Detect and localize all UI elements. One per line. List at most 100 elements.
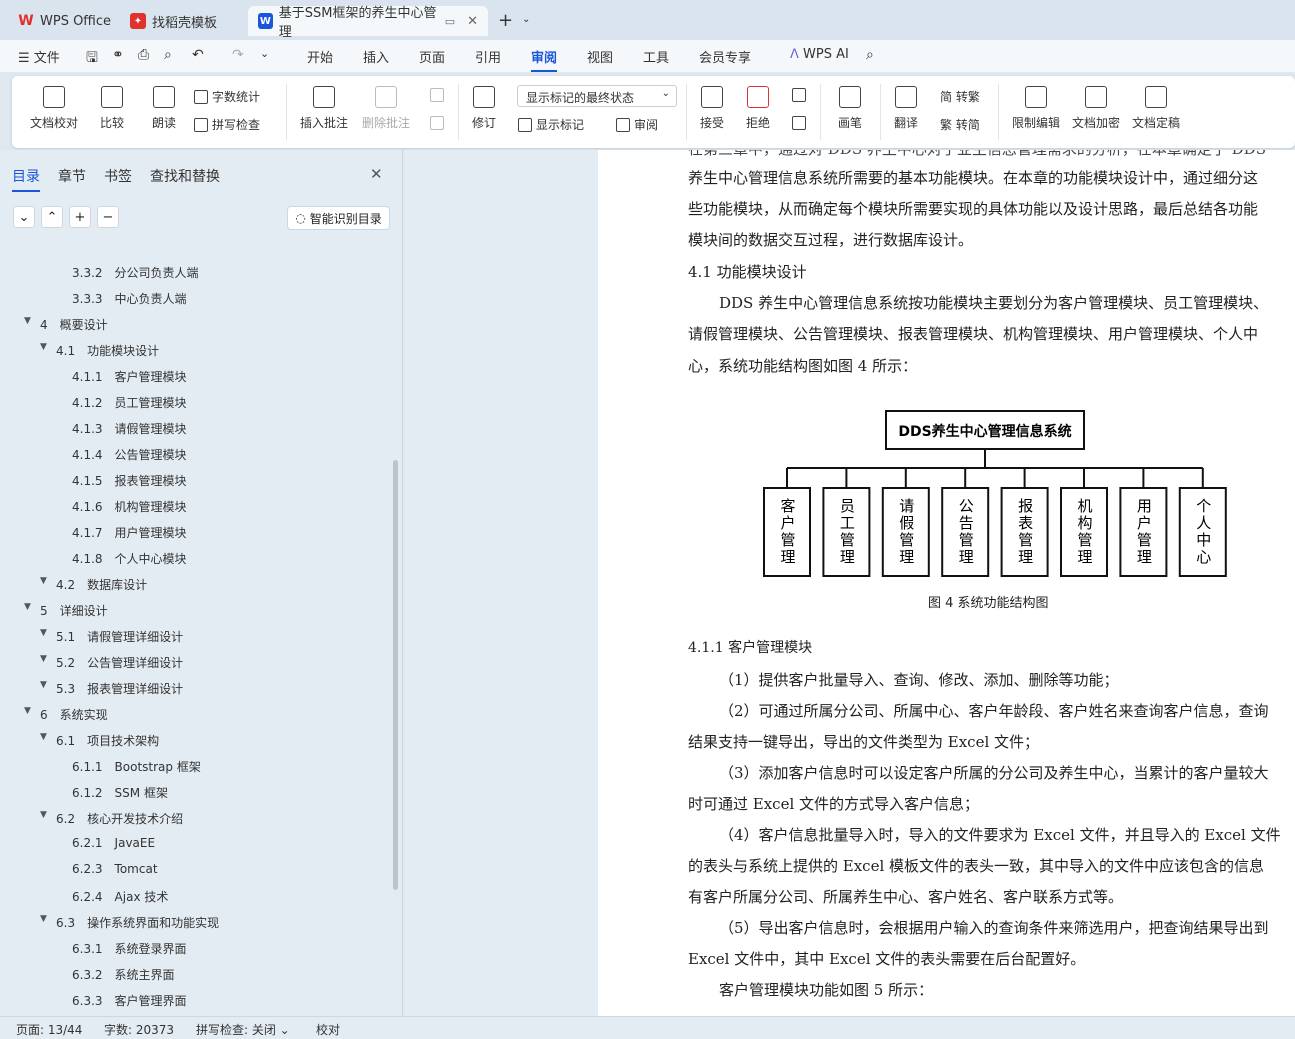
toc-item[interactable]: ▼ 6 系统实现 [24, 706, 108, 723]
insert-comment-button[interactable]: 插入批注 [300, 86, 348, 131]
toc-item[interactable]: ▼ 6.3 操作系统界面和功能实现 [40, 914, 219, 931]
proofread-status[interactable]: 校对 [316, 1021, 340, 1038]
toc-item[interactable]: 4.1.8 个人中心模块 [72, 550, 187, 567]
menu-member[interactable]: 会员专享 [699, 47, 751, 66]
wps-ai-menu[interactable]: ᐱ WPS AI [790, 47, 849, 62]
expand-arrow-icon[interactable]: ▼ [40, 810, 47, 820]
prev-comment-icon[interactable] [430, 88, 448, 102]
tab-wps-office[interactable]: W WPS Office [8, 6, 121, 36]
toc-item[interactable]: 6.1.1 Bootstrap 框架 [72, 758, 201, 775]
toc-item[interactable]: ▼ 5 详细设计 [24, 602, 108, 619]
toc-item[interactable]: 6.3.1 系统登录界面 [72, 940, 187, 957]
reject-button[interactable]: 拒绝 [746, 86, 770, 131]
toc-item[interactable]: ▼ 6.2 核心开发技术介绍 [40, 810, 183, 827]
menu-review[interactable]: 审阅 [531, 47, 558, 72]
save-icon[interactable]: 🖫 [86, 47, 98, 71]
monitor-icon[interactable]: ▭ [445, 15, 455, 28]
tab-sections[interactable]: 章节 [58, 166, 86, 186]
restrict-edit-button[interactable]: 限制编辑 [1012, 86, 1060, 131]
read-aloud-button[interactable]: 朗读 [152, 86, 176, 131]
collapse-up-icon[interactable]: ⌃ [41, 206, 63, 228]
encrypt-button[interactable]: 文档加密 [1072, 86, 1120, 131]
tab-find-replace[interactable]: 查找和替换 [150, 166, 220, 186]
smart-toc-button[interactable]: ◌ 智能识别目录 [287, 206, 390, 230]
accept-button[interactable]: 接受 [700, 86, 724, 131]
expand-plus-icon[interactable]: + [69, 206, 91, 228]
word-count[interactable]: 字数: 20373 [104, 1021, 174, 1038]
toc-item[interactable]: ▼ 4 概要设计 [24, 316, 108, 333]
to-simplified-button[interactable]: 繁 转简 [940, 116, 980, 133]
undo-icon[interactable]: ↶ [192, 47, 204, 63]
toc-item[interactable]: 6.2.4 Ajax 技术 [72, 888, 168, 905]
expand-arrow-icon[interactable]: ▼ [24, 316, 31, 326]
toc-item[interactable]: 4.1.4 公告管理模块 [72, 446, 187, 463]
toc-item[interactable]: 4.1.1 客户管理模块 [72, 368, 187, 385]
translate-button[interactable]: 翻译 [894, 86, 918, 131]
search-icon[interactable]: ⌕ [866, 47, 874, 63]
toc-item[interactable]: 6.3.2 系统主界面 [72, 966, 175, 983]
toc-item[interactable]: ▼ 5.2 公告管理详细设计 [40, 654, 183, 671]
collapse-minus-icon[interactable]: − [97, 206, 119, 228]
toc-item[interactable]: ▼ 6.1 项目技术架构 [40, 732, 159, 749]
expand-arrow-icon[interactable]: ▼ [40, 654, 47, 664]
spell-check-status[interactable]: 拼写检查: 关闭 ⌄ [196, 1021, 290, 1038]
compare-button[interactable]: 比较 [100, 86, 124, 131]
expand-arrow-icon[interactable]: ▼ [40, 342, 47, 352]
toc-scrollbar[interactable] [393, 460, 398, 890]
expand-arrow-icon[interactable]: ▼ [40, 680, 47, 690]
toc-item[interactable]: ▼ 5.3 报表管理详细设计 [40, 680, 183, 697]
expand-arrow-icon[interactable]: ▼ [40, 914, 47, 924]
pen-button[interactable]: 画笔 [838, 86, 862, 131]
next-comment-icon[interactable] [430, 116, 448, 130]
file-menu[interactable]: ☰ 文件 [18, 47, 60, 66]
print-icon[interactable]: ⎙ [138, 47, 149, 63]
toc-item[interactable]: 4.1.5 报表管理模块 [72, 472, 187, 489]
review-pane-button[interactable]: 审阅 [616, 116, 658, 133]
prev-change-icon[interactable] [792, 88, 810, 102]
tab-template[interactable]: ✦ 找稻壳模板 [120, 6, 227, 36]
tab-document[interactable]: W 基于SSM框架的养生中心管理 ▭ ✕ [248, 6, 488, 40]
expand-arrow-icon[interactable]: ▼ [40, 628, 47, 638]
track-changes-button[interactable]: 修订 [472, 86, 496, 131]
menu-tools[interactable]: 工具 [643, 47, 669, 66]
finalize-button[interactable]: 文档定稿 [1132, 86, 1180, 131]
tab-toc[interactable]: 目录 [12, 166, 40, 192]
menu-reference[interactable]: 引用 [475, 47, 501, 66]
chevron-down-icon[interactable]: ⌄ [522, 14, 530, 25]
close-pane-icon[interactable]: ✕ [370, 165, 383, 183]
link-icon[interactable]: ⚭ [112, 47, 124, 63]
toc-item[interactable]: ▼ 4.2 数据库设计 [40, 576, 147, 593]
toc-item[interactable]: 4.1.2 员工管理模块 [72, 394, 187, 411]
close-tab-icon[interactable]: ✕ [467, 14, 478, 29]
toc-item[interactable]: 6.2.3 Tomcat [72, 862, 158, 876]
expand-arrow-icon[interactable]: ▼ [40, 732, 47, 742]
to-traditional-button[interactable]: 简 转繁 [940, 88, 980, 105]
toc-item[interactable]: 3.3.2 分公司负责人端 [72, 264, 199, 281]
spell-check-button[interactable]: 拼写检查 [194, 116, 260, 133]
next-change-icon[interactable] [792, 116, 810, 130]
menu-insert[interactable]: 插入 [363, 47, 389, 66]
toc-item[interactable]: ▼ 5.1 请假管理详细设计 [40, 628, 183, 645]
show-markup-button[interactable]: 显示标记 [518, 116, 584, 133]
menu-view[interactable]: 视图 [587, 47, 613, 66]
menu-home[interactable]: 开始 [307, 47, 333, 66]
toc-item[interactable]: 6.1.2 SSM 框架 [72, 784, 168, 801]
toc-item[interactable]: 6.2.1 JavaEE [72, 836, 155, 850]
delete-comment-button[interactable]: 删除批注 [362, 86, 410, 131]
new-tab-icon[interactable]: + [498, 10, 513, 31]
toc-item[interactable]: 6.3.3 客户管理界面 [72, 992, 187, 1009]
toc-item[interactable]: 4.1.3 请假管理模块 [72, 420, 187, 437]
toc-item[interactable]: 4.1.7 用户管理模块 [72, 524, 187, 541]
toc-item[interactable]: 3.3.3 中心负责人端 [72, 290, 187, 307]
expand-arrow-icon[interactable]: ▼ [24, 706, 31, 716]
tab-bookmarks[interactable]: 书签 [104, 166, 132, 186]
more-chevron-icon[interactable]: ⌄ [260, 47, 269, 60]
redo-icon[interactable]: ↷ [232, 47, 244, 63]
menu-page[interactable]: 页面 [419, 47, 445, 66]
collapse-down-icon[interactable]: ⌄ [13, 206, 35, 228]
toc-item[interactable]: ▼ 4.1 功能模块设计 [40, 342, 159, 359]
expand-arrow-icon[interactable]: ▼ [40, 576, 47, 586]
page-indicator[interactable]: 页面: 13/44 [16, 1021, 82, 1038]
doc-check-button[interactable]: 文档校对 [30, 86, 78, 131]
toc-item[interactable]: 4.1.6 机构管理模块 [72, 498, 187, 515]
